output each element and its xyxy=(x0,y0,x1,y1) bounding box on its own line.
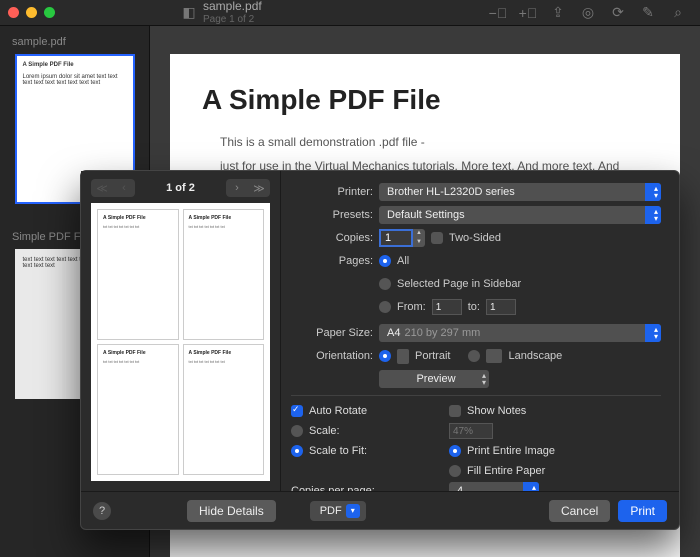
zoom-out-icon[interactable]: −⃝ xyxy=(488,3,508,23)
document-page-indicator: Page 1 of 2 xyxy=(203,14,262,25)
pages-label: Pages: xyxy=(291,255,373,267)
pages-to-input[interactable] xyxy=(486,299,516,315)
window-titlebar: ◧ sample.pdf Page 1 of 2 −⃝ +⃝ ⇪ ◎ ⟳ ✎ ⌕ xyxy=(0,0,700,26)
show-notes-checkbox[interactable] xyxy=(449,405,461,417)
printer-label: Printer: xyxy=(291,186,373,198)
markup-icon[interactable]: ✎ xyxy=(638,3,658,23)
zoom-in-icon[interactable]: +⃝ xyxy=(518,3,538,23)
search-icon[interactable]: ⌕ xyxy=(668,3,688,23)
preview-prev-group: ≪ ‹ xyxy=(91,179,135,197)
preview-mini-2: A Simple PDF Filetxt txt txt txt txt txt… xyxy=(183,209,265,340)
print-dialog-footer: ? Hide Details PDF▾ Cancel Print xyxy=(81,491,679,529)
preview-mini-1: A Simple PDF Filetxt txt txt txt txt txt… xyxy=(97,209,179,340)
presets-select[interactable]: Default Settings▴▾ xyxy=(379,206,661,224)
document-title: sample.pdf xyxy=(203,0,262,13)
close-window-button[interactable] xyxy=(8,7,19,18)
pdf-dropdown-button[interactable]: PDF▾ xyxy=(310,501,366,521)
two-sided-checkbox[interactable] xyxy=(431,232,443,244)
fill-entire-paper-radio[interactable] xyxy=(449,465,461,477)
paper-size-label: Paper Size: xyxy=(291,327,373,339)
print-entire-image-radio[interactable] xyxy=(449,445,461,457)
minimize-window-button[interactable] xyxy=(26,7,37,18)
preview-next-button[interactable]: › xyxy=(226,179,248,197)
sidebar-toggle-icon[interactable]: ◧ xyxy=(179,3,199,23)
portrait-icon xyxy=(397,349,409,364)
hide-details-button[interactable]: Hide Details xyxy=(187,500,276,522)
pages-all-radio[interactable] xyxy=(379,255,391,267)
help-button[interactable]: ? xyxy=(93,502,111,520)
scale-to-fit-radio[interactable] xyxy=(291,445,303,457)
preview-prev-button[interactable]: ‹ xyxy=(113,179,135,197)
preview-sheet: A Simple PDF Filetxt txt txt txt txt txt… xyxy=(91,203,270,481)
chevron-down-icon: ▾ xyxy=(346,504,360,518)
preview-last-button[interactable]: ≫ xyxy=(248,179,270,197)
highlight-icon[interactable]: ◎ xyxy=(578,3,598,23)
print-options-pane: Printer: Brother HL-L2320D series▴▾ Pres… xyxy=(281,171,679,491)
landscape-icon xyxy=(486,349,502,363)
sidebar-doc1-title: sample.pdf xyxy=(12,36,137,48)
pages-from-input[interactable] xyxy=(432,299,462,315)
orientation-portrait-radio[interactable] xyxy=(379,350,391,362)
share-icon[interactable]: ⇪ xyxy=(548,3,568,23)
print-preview-pane: ≪ ‹ 1 of 2 › ≫ A Simple PDF Filetxt txt … xyxy=(81,171,281,491)
section-select[interactable]: Preview▴▾ xyxy=(379,370,489,388)
copies-per-page-select[interactable]: 4▴▾ xyxy=(449,482,539,491)
print-button[interactable]: Print xyxy=(618,500,667,522)
preview-mini-3: A Simple PDF Filetxt txt txt txt txt txt… xyxy=(97,344,179,475)
orientation-landscape-radio[interactable] xyxy=(468,350,480,362)
copies-label: Copies: xyxy=(291,232,373,244)
pdf-heading: A Simple PDF File xyxy=(202,84,648,116)
printer-select[interactable]: Brother HL-L2320D series▴▾ xyxy=(379,183,661,201)
traffic-lights xyxy=(8,7,55,18)
preview-page-label: 1 of 2 xyxy=(141,182,220,194)
preview-first-button[interactable]: ≪ xyxy=(91,179,113,197)
copies-input[interactable] xyxy=(379,229,413,247)
orientation-label: Orientation: xyxy=(291,350,373,362)
zoom-window-button[interactable] xyxy=(44,7,55,18)
print-dialog: ≪ ‹ 1 of 2 › ≫ A Simple PDF Filetxt txt … xyxy=(80,170,680,530)
presets-label: Presets: xyxy=(291,209,373,221)
title-stack: sample.pdf Page 1 of 2 xyxy=(203,0,262,24)
two-sided-label: Two-Sided xyxy=(449,232,501,244)
auto-rotate-checkbox[interactable] xyxy=(291,405,303,417)
copies-stepper[interactable]: ▲▼ xyxy=(379,229,425,247)
paper-size-select[interactable]: A4210 by 297 mm▴▾ xyxy=(379,324,661,342)
preview-mini-4: A Simple PDF Filetxt txt txt txt txt txt… xyxy=(183,344,265,475)
pdf-para-1: This is a small demonstration .pdf file … xyxy=(220,134,648,150)
cancel-button[interactable]: Cancel xyxy=(549,500,610,522)
pages-range-radio[interactable] xyxy=(379,301,391,313)
scale-radio[interactable] xyxy=(291,425,303,437)
preview-next-group: › ≫ xyxy=(226,179,270,197)
scale-percent-input[interactable] xyxy=(449,423,493,439)
pages-selected-radio[interactable] xyxy=(379,278,391,290)
rotate-icon[interactable]: ⟳ xyxy=(608,3,628,23)
